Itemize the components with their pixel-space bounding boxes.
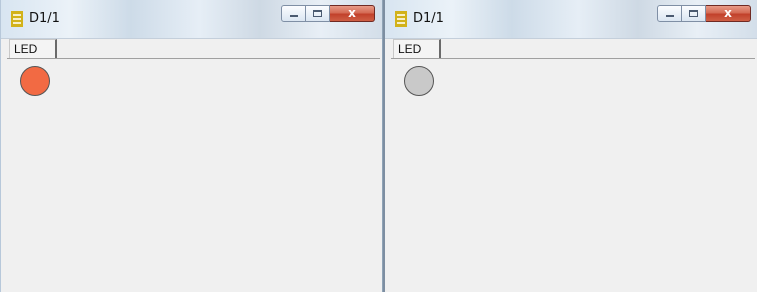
led-indicator [20,66,50,96]
window-controls: x [657,5,751,22]
window-titlebar[interactable]: D1/1 x [1,0,382,39]
tab-led[interactable]: LED [393,39,441,58]
app-icon[interactable] [395,11,407,27]
tab-strip: LED [391,39,755,59]
close-icon: x [348,6,356,20]
led-window-right: D1/1 x LED [383,0,757,292]
led-indicator [404,66,434,96]
close-button[interactable]: x [706,5,751,22]
minimize-icon [666,15,674,17]
maximize-button[interactable] [682,5,706,22]
minimize-button[interactable] [657,5,682,22]
maximize-button[interactable] [306,5,330,22]
minimize-button[interactable] [281,5,306,22]
tab-led[interactable]: LED [9,39,57,58]
window-titlebar[interactable]: D1/1 x [385,0,757,39]
window-title: D1/1 [413,11,444,26]
led-window-left: D1/1 x LED [0,0,383,292]
maximize-icon [313,10,322,17]
app-icon[interactable] [11,11,23,27]
tab-strip: LED [7,39,380,59]
window-controls: x [281,5,375,22]
minimize-icon [290,15,298,17]
close-button[interactable]: x [330,5,375,22]
close-icon: x [724,6,732,20]
window-title: D1/1 [29,11,60,26]
maximize-icon [689,10,698,17]
